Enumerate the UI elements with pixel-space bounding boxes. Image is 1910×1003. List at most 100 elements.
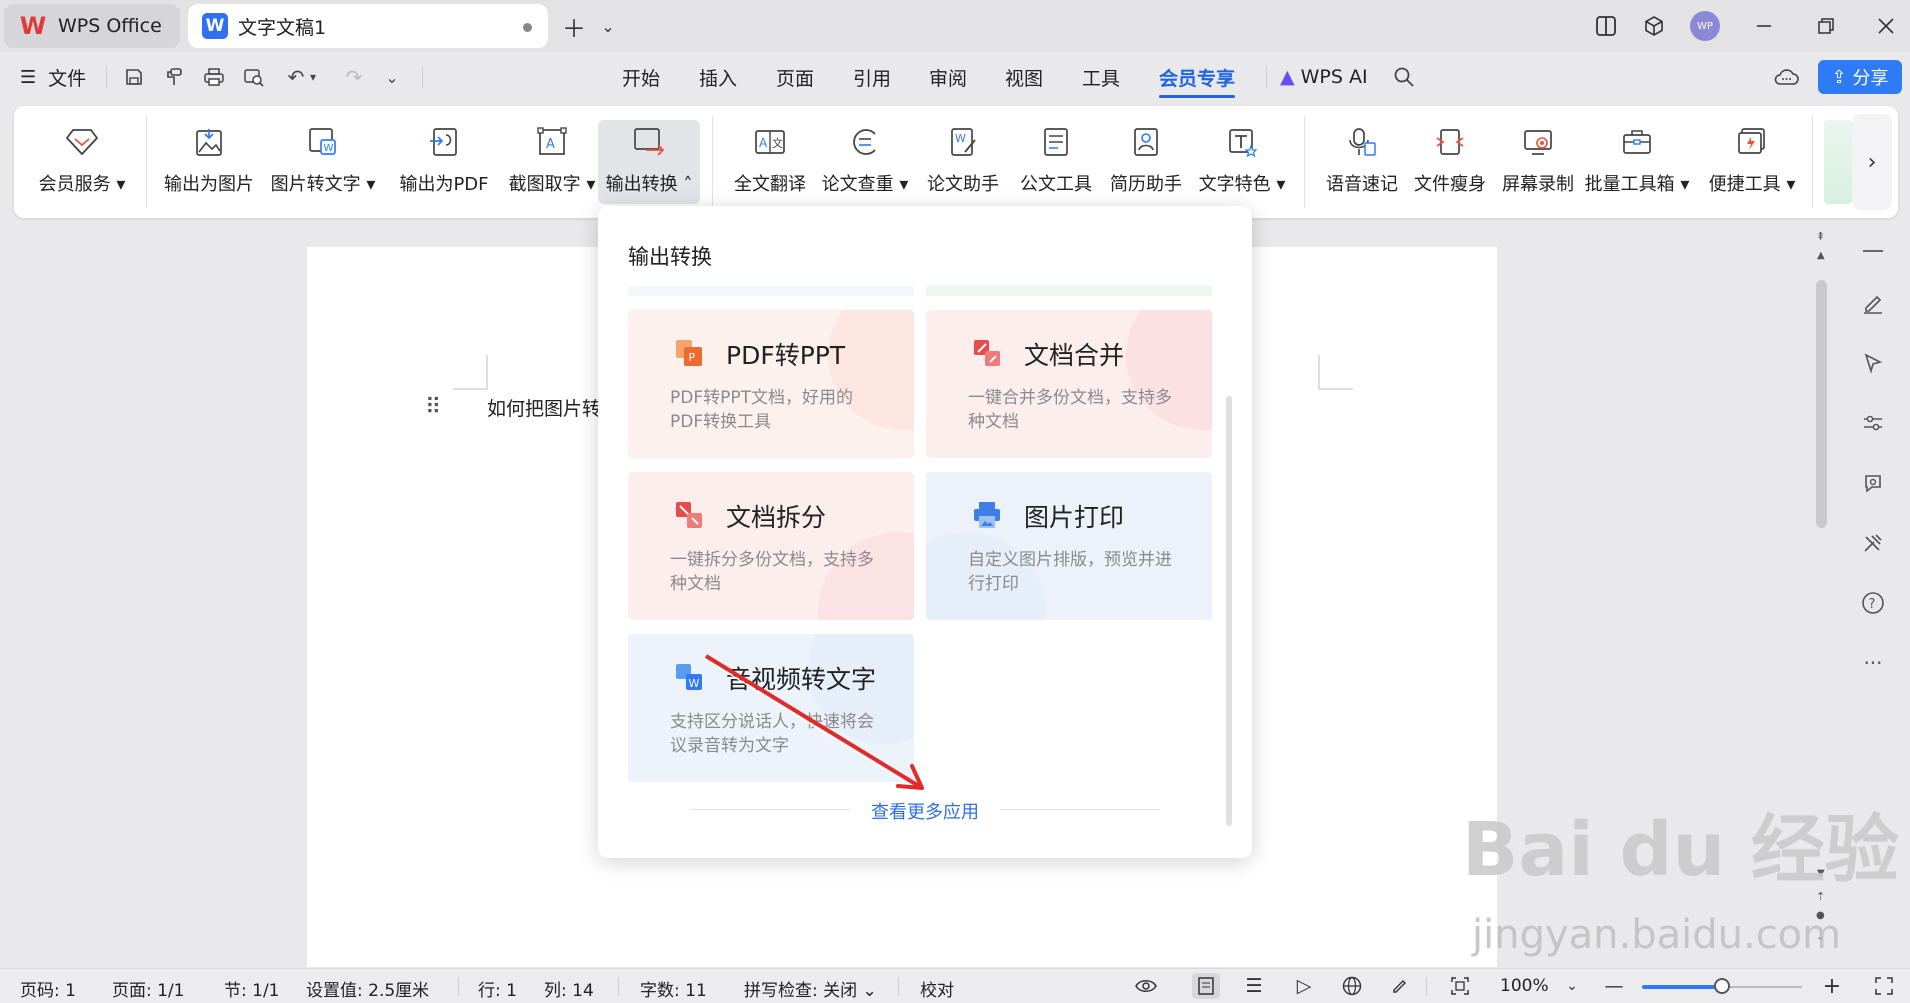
view-more-apps-link[interactable]: 查看更多应用	[598, 798, 1252, 824]
tab-document[interactable]: W 文字文稿1	[188, 4, 548, 48]
more-options-icon[interactable]: ···	[1854, 644, 1892, 682]
paragraph-drag-handle-icon[interactable]: ⠿	[425, 395, 441, 420]
thesis-assistant-icon: W	[941, 120, 985, 164]
wps-ai-button[interactable]: ▲ WPS AI	[1280, 62, 1368, 92]
export-pdf-icon	[422, 120, 466, 164]
status-page-code[interactable]: 页码: 1	[20, 976, 76, 1001]
share-button[interactable]: ⇪ 分享	[1818, 60, 1902, 94]
popup-scrollbar[interactable]	[1226, 396, 1232, 826]
output-convert-button[interactable]: 输出转换 ˄	[598, 120, 700, 204]
help-icon[interactable]: ?	[1854, 584, 1892, 622]
tab-tools[interactable]: 工具	[1082, 62, 1120, 92]
new-tab-plus-icon[interactable]: ＋	[556, 8, 592, 44]
zoom-dropdown-icon[interactable]: ⌄	[1558, 973, 1586, 999]
zoom-slider-knob[interactable]	[1714, 978, 1730, 994]
avatar[interactable]: WP	[1690, 11, 1720, 41]
fit-page-icon[interactable]	[1446, 973, 1474, 999]
unsaved-dot-icon[interactable]	[523, 23, 532, 32]
assistant-icon[interactable]	[1854, 464, 1892, 502]
print-icon[interactable]	[198, 62, 230, 92]
app-thumbnail[interactable]	[1824, 120, 1852, 204]
fullscreen-icon[interactable]	[1870, 973, 1898, 999]
member-service-button[interactable]: 会员服务 ▾	[32, 120, 132, 204]
zoom-out-icon[interactable]: —	[1600, 973, 1628, 999]
voice-notes-button[interactable]: 语音速记	[1318, 120, 1406, 204]
translate-icon: A文	[748, 120, 792, 164]
pen-edit-icon[interactable]	[1854, 284, 1892, 322]
status-row[interactable]: 行: 1	[478, 976, 517, 1001]
outline-view-icon[interactable]: ☰	[1240, 973, 1268, 999]
zoom-slider-fill	[1642, 985, 1722, 989]
file-menu[interactable]: ☰ 文件	[20, 62, 86, 92]
zoom-level[interactable]: 100%	[1500, 976, 1549, 996]
select-pointer-icon[interactable]	[1854, 344, 1892, 382]
tab-list-chevron-icon[interactable]: ⌄	[590, 8, 626, 44]
tab-wps-office[interactable]: W WPS Office	[4, 4, 180, 48]
file-slim-button[interactable]: 文件瘦身	[1406, 120, 1494, 204]
resume-assistant-button[interactable]: 简历助手	[1102, 120, 1190, 204]
card-split-doc[interactable]: 文档拆分 一键拆分多份文档，支持多种文档	[628, 472, 914, 620]
official-doc-tool-button[interactable]: 公文工具	[1012, 120, 1100, 204]
close-icon[interactable]	[1868, 8, 1904, 44]
screen-record-button[interactable]: 屏幕录制	[1494, 120, 1582, 204]
more-chevron-icon[interactable]: ⌄	[376, 62, 408, 92]
minimize-icon[interactable]	[1746, 8, 1782, 44]
batch-toolbox-button[interactable]: 批量工具箱 ▾	[1584, 120, 1690, 204]
tab-references[interactable]: 引用	[853, 62, 891, 92]
write-pen-icon[interactable]	[1386, 973, 1414, 999]
status-setting[interactable]: 设置值: 2.5厘米	[306, 976, 429, 1001]
web-view-icon[interactable]	[1338, 973, 1366, 999]
screenshot-ocr-button[interactable]: A 截图取字 ▾	[504, 120, 600, 204]
proofread-button[interactable]: 校对	[920, 976, 954, 1001]
save-icon[interactable]	[118, 62, 150, 92]
translate-button[interactable]: A文 全文翻译	[724, 120, 816, 204]
cloud-icon[interactable]	[1770, 62, 1802, 92]
undo-dropdown-icon[interactable]: ▾	[304, 62, 322, 92]
export-pdf-button[interactable]: 输出为PDF	[392, 120, 496, 204]
tab-review[interactable]: 审阅	[929, 62, 967, 92]
spell-check-toggle[interactable]: 拼写检查: 关闭 ⌄	[744, 976, 877, 1001]
document-text[interactable]: 如何把图片转	[487, 394, 601, 421]
tab-member[interactable]: 会员专享	[1159, 62, 1236, 98]
export-image-button[interactable]: 输出为图片	[160, 120, 258, 204]
status-page[interactable]: 页面: 1/1	[112, 976, 185, 1001]
image-to-text-icon: W	[301, 120, 345, 164]
collapse-sidebar-icon[interactable]	[1854, 232, 1892, 270]
cube-icon[interactable]	[1636, 8, 1672, 44]
search-icon[interactable]	[1388, 62, 1420, 92]
image-to-text-button[interactable]: W 图片转文字 ▾	[268, 120, 378, 204]
print-preview-icon[interactable]	[238, 62, 270, 92]
tab-page[interactable]: 页面	[776, 62, 814, 92]
tab-insert[interactable]: 插入	[699, 62, 737, 92]
redo-icon[interactable]: ↷	[338, 62, 370, 92]
tab-view[interactable]: 视图	[1005, 62, 1043, 92]
annotation-arrow	[704, 654, 924, 791]
eye-protect-icon[interactable]	[1132, 973, 1160, 999]
page-view-icon[interactable]	[1192, 973, 1220, 999]
tools-icon[interactable]	[1854, 524, 1892, 562]
quick-tools-label: 便捷工具	[1708, 174, 1781, 195]
plagiarism-check-button[interactable]: 论文查重 ▾	[820, 120, 910, 204]
scrollbar-thumb[interactable]	[1816, 280, 1827, 528]
format-painter-icon[interactable]	[158, 62, 190, 92]
card-image-print[interactable]: 图片打印 自定义图片排版，预览并进行打印	[926, 472, 1212, 620]
text-features-button[interactable]: 文字特色 ▾	[1192, 120, 1292, 204]
tab-start[interactable]: 开始	[622, 62, 660, 92]
status-section[interactable]: 节: 1/1	[224, 976, 280, 1001]
card-pdf-to-ppt[interactable]: P PDF转PPT PDF转PPT文档，好用的PDF转换工具	[628, 310, 914, 458]
ribbon-toolbar: 会员服务 ▾ 输出为图片 W 图片转文字 ▾ 输出为PDF A 截图取字 ▾ 输…	[14, 106, 1898, 218]
restore-icon[interactable]	[1808, 8, 1844, 44]
card-merge-docs[interactable]: 文档合并 一键合并多份文档，支持多种文档	[926, 310, 1212, 458]
status-word-count[interactable]: 字数: 11	[640, 976, 707, 1001]
quick-tools-button[interactable]: 便捷工具 ▾	[1704, 120, 1800, 204]
reading-mode-icon[interactable]	[1588, 8, 1624, 44]
ribbon-scroll-right-icon[interactable]: ›	[1852, 114, 1892, 210]
thesis-assistant-button[interactable]: W 论文助手	[918, 120, 1008, 204]
status-col[interactable]: 列: 14	[544, 976, 594, 1001]
scroll-top-icon[interactable]: ⇞	[1816, 230, 1825, 243]
scroll-up-icon[interactable]: ▲	[1817, 250, 1825, 261]
zoom-in-icon[interactable]: +	[1818, 973, 1846, 999]
play-icon[interactable]: ▷	[1290, 973, 1318, 999]
quick-tools-icon	[1730, 120, 1774, 164]
adjust-sliders-icon[interactable]	[1854, 404, 1892, 442]
